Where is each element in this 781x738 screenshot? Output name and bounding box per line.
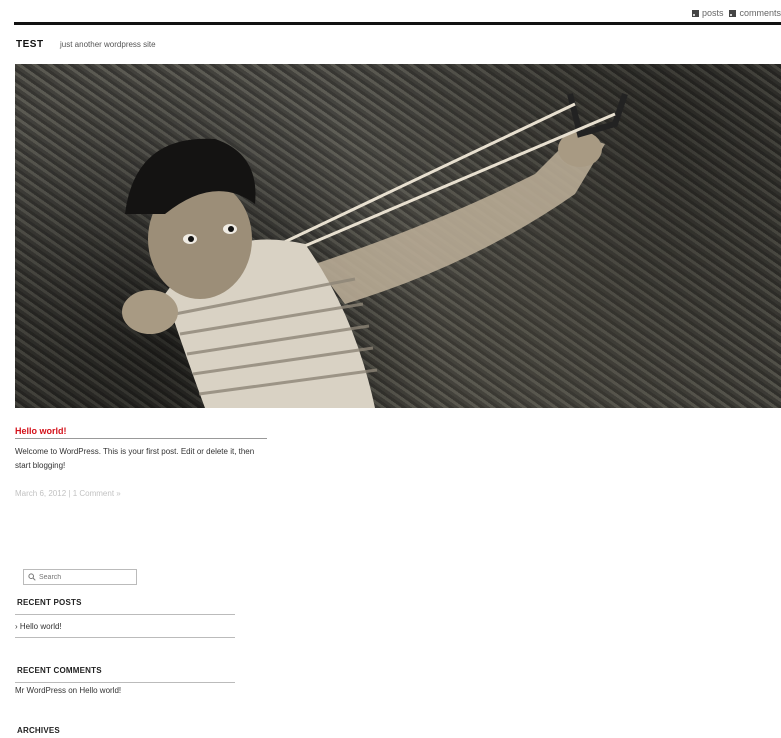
site-title[interactable]: TEST — [16, 39, 44, 50]
posts-feed-label: posts — [701, 8, 724, 18]
recent-comment-item: Mr WordPress on Hello world! — [15, 686, 121, 695]
post-title-link[interactable]: Hello world! — [15, 426, 67, 436]
post-meta: March 6, 2012 | 1 Comment » — [15, 489, 121, 498]
rss-icon — [729, 9, 737, 17]
recent-posts-heading: RECENT POSTS — [17, 598, 82, 607]
comments-link[interactable]: 1 Comment » — [73, 489, 121, 498]
comment-post-link[interactable]: Hello world! — [79, 686, 121, 695]
header-rule — [14, 22, 781, 25]
widget-rule — [15, 637, 235, 638]
recent-post-item[interactable]: › Hello world! — [15, 622, 62, 631]
search-field[interactable] — [23, 569, 137, 585]
widget-rule — [15, 614, 235, 615]
post-title-rule — [15, 438, 267, 439]
site-description: just another wordpress site — [60, 40, 156, 49]
feed-links: posts comments — [691, 8, 781, 18]
recent-post-link[interactable]: Hello world! — [20, 622, 62, 631]
comments-feed-label: comments — [739, 8, 781, 18]
page: posts comments TEST just another wordpre… — [0, 0, 781, 738]
comment-author-link[interactable]: Mr WordPress — [15, 686, 66, 695]
rss-icon — [691, 9, 699, 17]
header-photo-illustration — [122, 93, 628, 408]
comments-feed-link[interactable]: comments — [729, 8, 781, 18]
header-image — [15, 64, 781, 408]
post-date: March 6, 2012 — [15, 489, 67, 498]
search-icon — [28, 573, 36, 581]
post-content: Welcome to WordPress. This is your first… — [15, 447, 255, 470]
meta-separator: | — [68, 489, 71, 498]
posts-feed-link[interactable]: posts — [691, 8, 724, 18]
archives-heading: ARCHIVES — [17, 726, 60, 735]
comment-connector: on — [68, 686, 78, 695]
recent-comments-heading: RECENT COMMENTS — [17, 666, 102, 675]
search-input[interactable] — [39, 573, 134, 581]
widget-rule — [15, 682, 235, 683]
